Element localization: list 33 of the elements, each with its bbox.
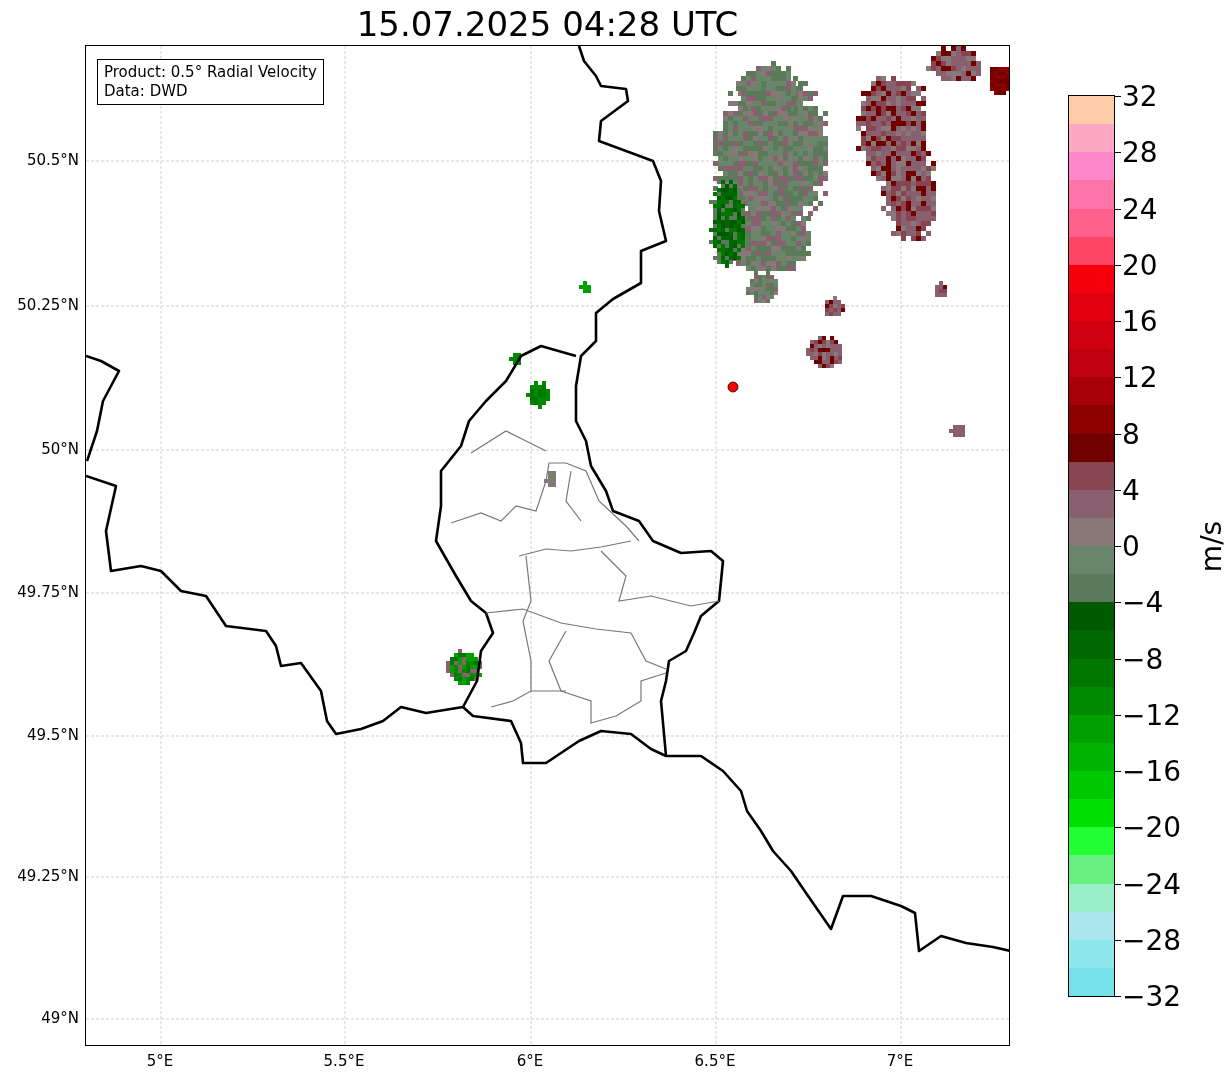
colorbar-tick-label: 16 — [1122, 304, 1158, 338]
latitude-label: 49°N — [41, 1009, 79, 1027]
colorbar-tick-label: −24 — [1122, 867, 1182, 900]
longitude-label: 6.5°E — [694, 1052, 736, 1070]
colorbar-tick-label: −28 — [1122, 923, 1182, 957]
colorbar-tick-label: 28 — [1122, 135, 1158, 169]
chart-title: 15.07.2025 04:28 UTC — [355, 4, 740, 44]
info-box: Product: 0.5° Radial Velocity Data: DWD — [97, 59, 324, 105]
longitude-label: 7°E — [886, 1052, 914, 1070]
colorbar-tick-label: 32 — [1122, 79, 1158, 113]
colorbar-tick-label: 0 — [1122, 529, 1140, 563]
colorbar-tick-label: −32 — [1122, 979, 1182, 1013]
longitude-label: 5°E — [146, 1052, 174, 1070]
longitude-label: 6°E — [516, 1052, 544, 1070]
colorbar-tick-label: 20 — [1122, 248, 1158, 282]
colorbar-tick-label: 12 — [1122, 360, 1158, 394]
latitude-label: 50.5°N — [26, 151, 79, 169]
colorbar-tick-label: 8 — [1122, 417, 1140, 450]
colorbar-tick-label: −16 — [1122, 754, 1182, 788]
radar-site-marker — [727, 381, 739, 393]
colorbar-label: m/s — [1195, 520, 1225, 573]
latitude-label: 49.5°N — [26, 726, 79, 744]
colorbar-tick-label: 24 — [1122, 192, 1158, 225]
latitude-label: 50°N — [41, 440, 79, 458]
longitude-label: 5.5°E — [323, 1052, 365, 1070]
colorbar-tick-label: 4 — [1122, 473, 1140, 507]
colorbar-tick-label: −12 — [1122, 698, 1182, 732]
latitude-label: 49.75°N — [17, 583, 79, 601]
colorbar-tick-label: −8 — [1122, 642, 1164, 675]
colorbar-tick-label: −20 — [1122, 810, 1182, 844]
latitude-label: 50.25°N — [17, 296, 79, 314]
latitude-label: 49.25°N — [17, 867, 79, 885]
colorbar-tick-label: −4 — [1122, 585, 1164, 619]
